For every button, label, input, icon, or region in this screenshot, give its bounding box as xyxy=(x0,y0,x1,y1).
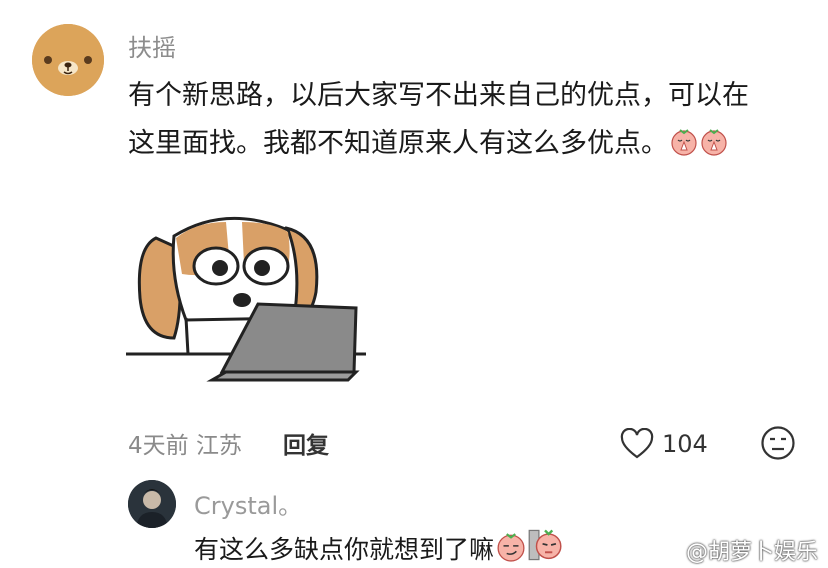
like-button[interactable]: 104 xyxy=(620,424,708,464)
portrait-avatar-icon xyxy=(128,480,176,528)
reply-text-segment: 有这么多缺点你就想到了嘛 xyxy=(194,535,495,564)
emoji-react-icon[interactable] xyxy=(760,425,796,461)
watermark-text: @胡萝卜娱乐 xyxy=(686,540,819,565)
user-avatar[interactable] xyxy=(32,24,104,96)
dog-laptop-sticker[interactable] xyxy=(126,208,376,388)
comment-meta: 4天前 江苏 xyxy=(128,433,242,459)
comment-text-line-2: 这里面找。我都不知道原来人有这么多优点。 xyxy=(128,120,808,168)
comment-text-line: 有个新思路，以后大家写不出来自己的优点，可以在 xyxy=(128,80,749,111)
comment-text-segment: 这里面找。我都不知道原来人有这么多优点。 xyxy=(128,128,668,159)
reply-username[interactable]: Crystal。 xyxy=(194,486,302,521)
like-count: 104 xyxy=(662,430,708,458)
pray-emoji-icon-2 xyxy=(701,129,727,156)
comment-text: 有个新思路，以后大家写不出来自己的优点，可以在 这里面找。我都不知道原来人有这么… xyxy=(128,72,808,168)
comment-username[interactable]: 扶摇 xyxy=(128,28,176,63)
heart-icon xyxy=(620,428,654,459)
weibo-watermark: @胡萝卜娱乐 xyxy=(654,534,818,566)
reply-user-avatar[interactable] xyxy=(128,480,176,528)
reply-text: 有这么多缺点你就想到了嘛 xyxy=(194,528,562,566)
bear-avatar-icon xyxy=(32,24,104,96)
smirk-emoji-icon xyxy=(497,533,525,562)
weibo-logo-icon xyxy=(655,540,682,561)
pray-emoji-icon xyxy=(671,129,697,156)
reply-button[interactable]: 回复 xyxy=(283,426,329,460)
peek-emoji-icon xyxy=(528,529,562,561)
